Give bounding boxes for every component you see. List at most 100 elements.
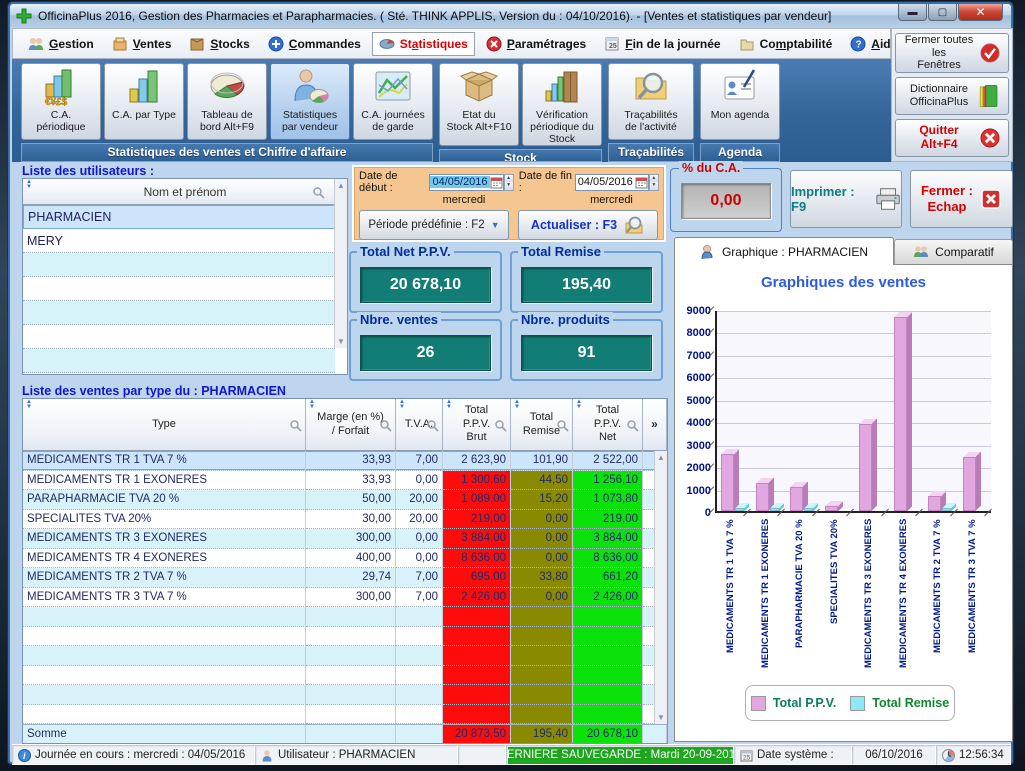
sales-row[interactable]: MEDICAMENTS TR 1 EXONERES33,930,001 300,… — [23, 471, 667, 491]
user-row[interactable] — [23, 349, 335, 373]
toolbar-button-c-a-par-type[interactable]: C.A. par Type — [104, 63, 184, 140]
date-end-field[interactable]: 04/05/2016 — [575, 174, 649, 191]
user-row[interactable] — [23, 301, 335, 325]
sales-row[interactable] — [23, 705, 667, 725]
menu-item-ventes[interactable]: Ventes — [105, 32, 179, 56]
close-view-button[interactable]: Fermer : Echap — [910, 170, 1013, 228]
print-button[interactable]: Imprimer : F9 — [790, 170, 902, 228]
search-icon[interactable] — [556, 419, 569, 432]
sales-cell — [573, 627, 643, 647]
scroll-up-icon[interactable]: ▲ — [337, 181, 345, 190]
toolbar-button-etat-du[interactable]: Etat du Stock Alt+F10 — [439, 63, 519, 146]
side-button-quitter-alt-f4[interactable]: Quitter Alt+F4 — [895, 119, 1009, 157]
sort-icon[interactable]: ▲▼ — [446, 400, 452, 410]
status-user: Utilisateur : PHARMACIEN — [255, 745, 458, 765]
users-column-header[interactable]: Nom et prénom — [23, 185, 347, 199]
predefined-period-button[interactable]: Période prédéfinie : F2▼ — [359, 210, 509, 240]
title-bar[interactable]: OfficinaPlus 2016, Gestion des Pharmacie… — [10, 4, 1011, 28]
sort-icon[interactable]: ▲▼ — [26, 180, 32, 190]
sales-row[interactable]: MEDICAMENTS TR 1 TVA 7 %33,937,002 623,9… — [23, 451, 667, 471]
toolbar-button-mon-agenda[interactable]: Mon agenda — [700, 63, 780, 140]
sales-column-header[interactable]: ▲▼Total P.P.V. Net — [573, 399, 643, 451]
menu-item-fin-de-la-journ-e[interactable]: 25Fin de la journée — [597, 32, 727, 56]
side-button-dictionnaire[interactable]: Dictionnaire OfficinaPlus — [895, 77, 1009, 115]
menu-item-gestion[interactable]: Gestion — [21, 32, 101, 56]
sales-row[interactable]: MEDICAMENTS TR 2 TVA 7 %29,747,00695,003… — [23, 568, 667, 588]
expand-columns-button[interactable]: » — [643, 399, 667, 451]
sales-row[interactable]: MEDICAMENTS TR 4 EXONERES400,000,008 636… — [23, 549, 667, 569]
menu-item-stocks[interactable]: Stocks — [182, 32, 256, 56]
tab-comparatif[interactable]: Comparatif — [894, 239, 1013, 265]
sales-cell: 0,00 — [511, 588, 573, 608]
sales-row[interactable]: MEDICAMENTS TR 3 EXONERES300,000,003 884… — [23, 529, 667, 549]
xred-icon — [976, 124, 1004, 152]
search-icon[interactable] — [626, 419, 639, 432]
bar-total-ppv — [859, 424, 872, 511]
user-row[interactable]: MERY — [23, 229, 335, 253]
calendar-icon[interactable] — [635, 176, 648, 189]
toolbar-button-c-a-journ-es[interactable]: C.A. journées de garde — [353, 63, 433, 140]
user-row[interactable] — [23, 253, 335, 277]
date-end-spinner[interactable]: ▲▼ — [649, 174, 659, 191]
sort-icon[interactable]: ▲▼ — [26, 400, 32, 410]
side-button-fermer-toutes-les[interactable]: Fermer toutes les Fenêtres — [895, 33, 1009, 73]
bar-total-ppv — [825, 506, 838, 511]
sales-row[interactable] — [23, 646, 667, 666]
search-icon[interactable] — [426, 419, 439, 432]
scroll-down-icon[interactable]: ▼ — [337, 337, 345, 346]
sales-row[interactable] — [23, 627, 667, 647]
sort-icon[interactable]: ▲▼ — [576, 400, 582, 410]
sales-cell: SPECIALITES TVA 20% — [23, 510, 306, 530]
sales-row[interactable]: PARAPHARMACIE TVA 20 %50,0020,001 089,00… — [23, 490, 667, 510]
sales-row[interactable]: SPECIALITES TVA 20%30,0020,00219,000,002… — [23, 510, 667, 530]
sales-row[interactable]: MEDICAMENTS TR 3 TVA 7 %300,007,002 426,… — [23, 588, 667, 608]
sort-icon[interactable]: ▲▼ — [514, 400, 520, 410]
sales-column-header[interactable]: ▲▼Total P.P.V. Brut — [443, 399, 511, 451]
calendar-icon[interactable] — [490, 176, 503, 189]
desktop: { "window": { "title": "OfficinaPlus 201… — [0, 0, 1025, 771]
bar-total-remise — [804, 508, 813, 511]
user-row[interactable] — [23, 277, 335, 301]
sort-icon[interactable]: ▲▼ — [309, 400, 315, 410]
menu-item-statistiques[interactable]: Statistiques — [372, 32, 475, 56]
date-start-field[interactable]: 04/05/2016 — [429, 174, 503, 191]
people-icon — [913, 244, 929, 260]
sales-cell — [23, 607, 306, 627]
minimize-button[interactable]: ▬ — [898, 4, 927, 21]
menu-item-param-trages[interactable]: Paramétrages — [479, 32, 593, 56]
sales-column-header[interactable]: ▲▼T.V.A. — [396, 399, 443, 451]
toolbar-button-statistiques[interactable]: Statistiques par vendeur — [270, 63, 350, 140]
sort-icon[interactable]: ▲▼ — [399, 400, 405, 410]
users-table-header[interactable]: ▲▼ Nom et prénom » — [23, 179, 347, 205]
sales-row[interactable] — [23, 685, 667, 705]
x-axis-label: MEDICAMENTS TR 1 EXONERES — [760, 519, 771, 685]
toolbar-button-c-a-[interactable]: €¥£$C.A. périodique — [21, 63, 101, 140]
toolbar-button-v-rification[interactable]: Vérification périodique du Stock — [522, 63, 602, 146]
search-icon[interactable] — [379, 419, 392, 432]
scroll-up-icon[interactable]: ▲ — [657, 453, 665, 462]
refresh-button[interactable]: Actualiser : F3 — [518, 210, 658, 240]
scroll-down-icon[interactable]: ▼ — [657, 713, 665, 722]
sales-row[interactable] — [23, 607, 667, 627]
sales-column-header[interactable]: ▲▼Marge (en %) / Forfait — [306, 399, 396, 451]
user-row[interactable] — [23, 325, 335, 349]
legend-item: Total P.P.V. — [751, 696, 836, 711]
sales-scrollbar[interactable]: ▲ ▼ — [654, 451, 667, 724]
menu-item-comptabilit-[interactable]: Comptabilité — [732, 32, 840, 56]
search-icon[interactable] — [312, 186, 325, 199]
search-icon[interactable] — [494, 419, 507, 432]
chartcabinet-icon — [541, 67, 583, 107]
tab-graphique[interactable]: Graphique : PHARMACIEN — [674, 237, 894, 265]
toolbar-button-tableau-de[interactable]: Tableau de bord Alt+F9 — [187, 63, 267, 140]
user-row[interactable]: PHARMACIEN — [23, 205, 335, 229]
sales-column-header[interactable]: ▲▼Type — [23, 399, 306, 451]
maximize-button[interactable]: ▢ — [928, 4, 957, 21]
users-scrollbar[interactable]: ▲ ▼ — [334, 179, 347, 348]
close-button[interactable]: ✕ — [958, 4, 1003, 21]
menu-item-commandes[interactable]: Commandes — [261, 32, 368, 56]
sales-column-header[interactable]: ▲▼Total Remise — [511, 399, 573, 451]
sales-row[interactable] — [23, 666, 667, 686]
toolbar-button-tra-abilit-s[interactable]: Traçabilités de l'activité — [608, 63, 694, 140]
date-start-spinner[interactable]: ▲▼ — [504, 174, 514, 191]
search-icon[interactable] — [289, 419, 302, 432]
